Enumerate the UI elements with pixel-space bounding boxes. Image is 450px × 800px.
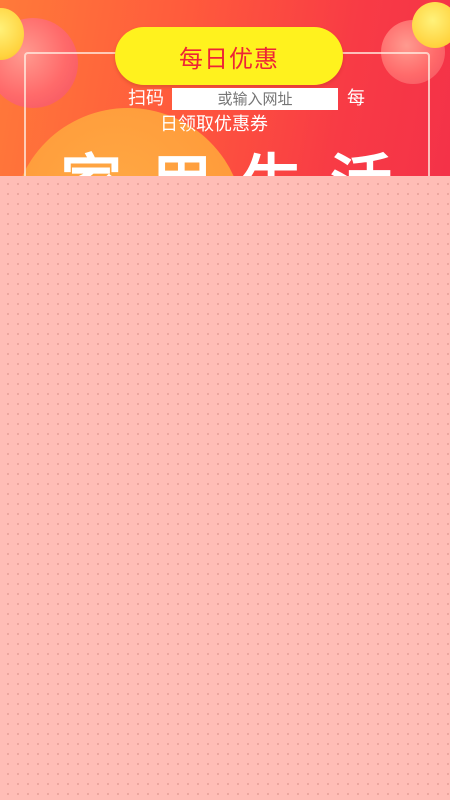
scan-prefix-text: 扫码 — [128, 88, 164, 109]
daily-deals-title-text: 每日优惠 — [179, 44, 279, 73]
coupon-subtitle: 日领取优惠券 — [160, 114, 268, 135]
banner-headline: 家用生活 — [60, 144, 400, 176]
url-input[interactable] — [172, 88, 338, 110]
scan-instruction: 扫码 每 — [128, 86, 388, 112]
promo-banner: 每日优惠 扫码 每 日领取优惠券 家用生活 — [0, 0, 450, 176]
scan-suffix-text: 每 — [347, 88, 365, 109]
loading-overlay — [0, 176, 450, 800]
daily-deals-title: 每日优惠 — [115, 27, 343, 85]
decorative-yellow-balloon-right — [412, 2, 450, 48]
